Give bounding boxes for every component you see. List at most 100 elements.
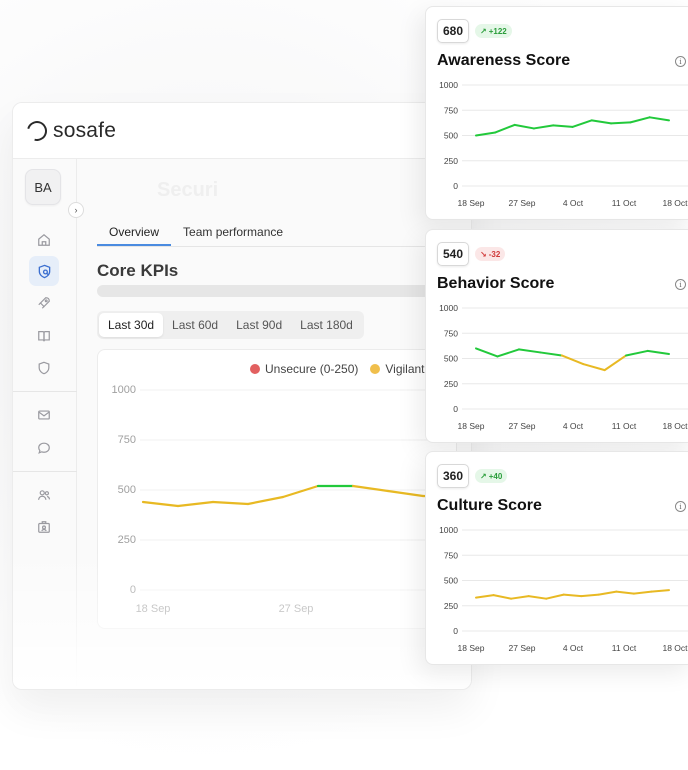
y-tick-label: 1000 xyxy=(439,303,458,313)
series-segment xyxy=(492,594,513,600)
y-tick-label: 1000 xyxy=(439,80,458,90)
range-last-90d[interactable]: Last 90d xyxy=(227,313,291,337)
series-segment xyxy=(513,123,535,130)
x-tick-label: 18 Sep xyxy=(458,198,485,208)
series-segment xyxy=(648,116,670,122)
series-segment xyxy=(475,594,495,599)
y-tick-label: 500 xyxy=(444,131,458,141)
mail-icon[interactable] xyxy=(33,404,55,426)
y-tick-label: 250 xyxy=(444,601,458,611)
series-segment xyxy=(571,119,593,128)
legend-dot-yellow xyxy=(370,364,381,374)
shield-icon[interactable] xyxy=(33,357,55,379)
y-tick-label: 1000 xyxy=(439,525,458,535)
y-tick-label: 500 xyxy=(444,354,458,364)
series-segment xyxy=(597,590,618,596)
series-segment xyxy=(545,593,565,600)
tab-overview[interactable]: Overview xyxy=(97,219,172,246)
behavior-score-chart: 0 250 500 750 1000 18 Sep 27 Sep 4 Oct 11 Oct 18 … xyxy=(439,303,688,431)
legend-dot-red xyxy=(250,364,260,374)
series-segment xyxy=(629,116,651,124)
series-segment xyxy=(646,349,670,355)
sidebar-divider xyxy=(13,471,77,472)
series-segment xyxy=(650,589,670,593)
time-range-selector: Last 30d Last 60d Last 90d Last 180d xyxy=(97,311,364,339)
home-icon[interactable] xyxy=(33,229,55,251)
top-bar: sosafe xyxy=(13,103,471,159)
legend-label: Unsecure (0-250) xyxy=(265,362,359,376)
series-segment xyxy=(496,348,520,358)
culture-score-chart: 0 250 500 750 1000 18 Sep 27 Sep 4 Oct 11 Oct 18 … xyxy=(439,525,688,653)
x-tick-label: 11 Oct xyxy=(612,421,637,431)
sidebar: BA › xyxy=(13,159,84,689)
section-progress-placeholder xyxy=(97,285,471,297)
page-title: Securi xyxy=(157,179,219,201)
series-segment xyxy=(562,593,583,598)
chat-icon[interactable] xyxy=(33,437,55,459)
x-tick-label: 27 Sep xyxy=(279,603,314,615)
y-tick-label: 0 xyxy=(453,181,458,191)
x-tick-label: 4 Oct xyxy=(563,198,584,208)
users-icon[interactable] xyxy=(33,484,55,506)
avatar[interactable]: BA xyxy=(25,169,61,205)
sidebar-divider xyxy=(13,391,77,392)
y-tick-label: 750 xyxy=(444,550,458,560)
x-tick-label: 18 Oct xyxy=(662,643,688,653)
series-segment xyxy=(582,363,606,372)
x-tick-label: 18 Sep xyxy=(136,603,171,615)
culture-score-card[interactable]: 360 ↗ +40 Culture Score i 0 250 500 750 1000 1… xyxy=(425,451,688,665)
series-segment xyxy=(625,349,649,357)
y-tick-label: 250 xyxy=(118,534,136,546)
x-tick-label: 4 Oct xyxy=(563,421,584,431)
series-segment xyxy=(246,495,285,506)
logo-text: sosafe xyxy=(53,118,117,142)
legend-item-unsecure[interactable]: Unsecure (0-250) xyxy=(250,362,358,376)
series-segment xyxy=(580,593,600,598)
tab-bar: Overview Team performance xyxy=(97,219,471,247)
core-kpi-chart-card: 0 250 500 750 1000 18 Sep 27 Sep Unsecure (0-2… xyxy=(97,349,458,629)
logo[interactable]: sosafe xyxy=(23,116,117,145)
series-segment xyxy=(141,500,180,508)
x-tick-label: 18 Oct xyxy=(662,198,688,208)
range-last-30d[interactable]: Last 30d xyxy=(99,313,164,337)
x-tick-label: 27 Sep xyxy=(509,198,536,208)
series-segment xyxy=(560,354,585,366)
rocket-icon[interactable] xyxy=(33,292,55,314)
y-tick-label: 500 xyxy=(118,484,136,496)
series-segment xyxy=(527,595,548,600)
y-tick-label: 0 xyxy=(130,584,136,596)
x-tick-label: 27 Sep xyxy=(509,643,536,653)
legend-item-vigilant[interactable]: Vigilant xyxy=(370,362,425,376)
x-tick-label: 18 Sep xyxy=(458,421,485,431)
y-tick-label: 750 xyxy=(444,328,458,338)
shield-search-icon[interactable] xyxy=(29,256,59,286)
series-segment xyxy=(281,484,320,499)
y-tick-label: 750 xyxy=(118,434,136,446)
book-icon[interactable] xyxy=(33,325,55,347)
badge-icon[interactable] xyxy=(33,516,55,538)
y-tick-label: 0 xyxy=(453,404,458,414)
awareness-score-chart: 0 250 500 750 1000 18 Sep 27 Sep 4 Oct 11 Oct 18 … xyxy=(439,80,688,208)
series-segment xyxy=(386,489,425,498)
y-tick-label: 750 xyxy=(444,105,458,115)
x-tick-label: 4 Oct xyxy=(563,643,584,653)
series-segment xyxy=(176,500,215,508)
range-last-180d[interactable]: Last 180d xyxy=(291,313,362,337)
y-tick-label: 1000 xyxy=(112,384,136,396)
y-tick-label: 0 xyxy=(453,626,458,636)
range-last-60d[interactable]: Last 60d xyxy=(163,313,227,337)
app-window: sosafe BA › Securi Overview Team perform… xyxy=(12,102,472,690)
behavior-score-card[interactable]: 540 ↘ -32 Behavior Score i 0 250 500 750 1000… xyxy=(425,229,688,443)
series-segment xyxy=(603,354,628,372)
y-tick-label: 500 xyxy=(444,576,458,586)
sidebar-expand-button[interactable]: › xyxy=(68,202,84,218)
series-segment xyxy=(494,123,516,134)
series-segment xyxy=(510,595,530,600)
series-segment xyxy=(475,347,499,358)
tab-team-performance[interactable]: Team performance xyxy=(171,219,295,246)
logo-mark-icon xyxy=(23,116,51,145)
awareness-score-card[interactable]: 680 ↗ +122 Awareness Score i 0 250 500 750 10… xyxy=(425,6,688,220)
x-tick-label: 11 Oct xyxy=(612,198,637,208)
series-segment xyxy=(615,590,635,595)
x-tick-label: 18 Sep xyxy=(458,643,485,653)
